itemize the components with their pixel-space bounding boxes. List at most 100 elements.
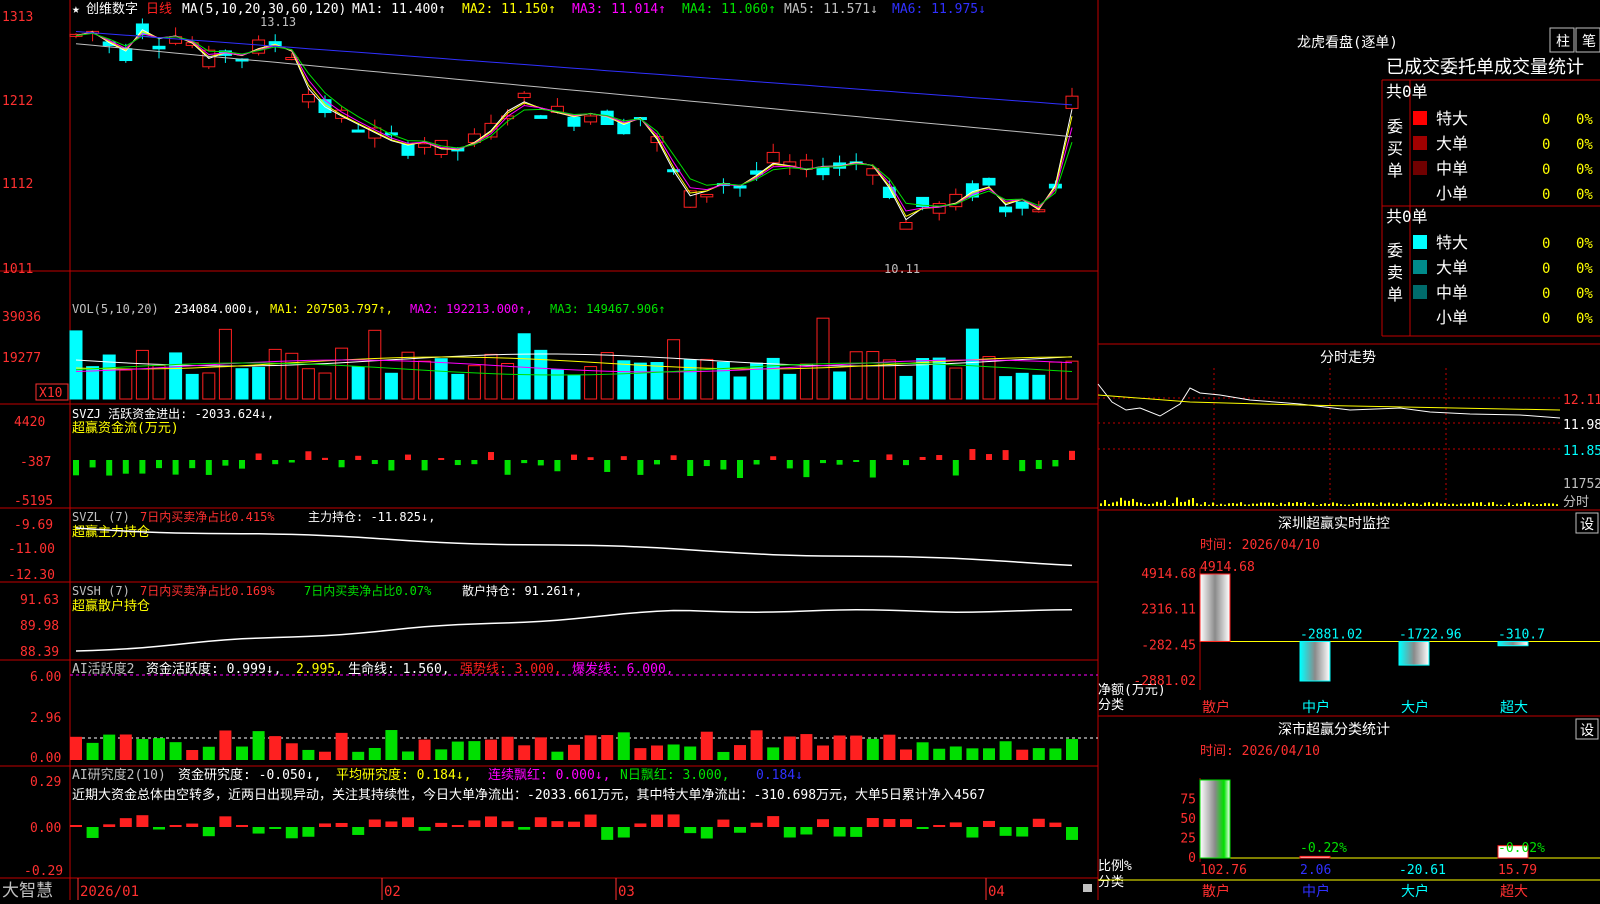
research-bar bbox=[103, 824, 116, 827]
volume-bar bbox=[550, 369, 564, 400]
period-label: 日线 bbox=[146, 2, 172, 17]
research-bar bbox=[916, 827, 929, 829]
activity-bar bbox=[534, 737, 547, 760]
ma3-value: MA3: 11.014↑ bbox=[572, 2, 666, 17]
volume-bar bbox=[965, 328, 979, 400]
ai-active-tick: 0.00 bbox=[30, 751, 61, 766]
intraday-volume-bar bbox=[1480, 502, 1482, 506]
intraday-volume-bar bbox=[1244, 504, 1246, 506]
research-bar bbox=[601, 827, 614, 840]
intraday-volume-bar bbox=[1388, 502, 1390, 506]
date-tick: 02 bbox=[384, 884, 401, 900]
tab-bar-label: 柱 bbox=[1556, 34, 1570, 50]
volume-bar bbox=[451, 373, 465, 400]
class-time: 时间: 2026/04/10 bbox=[1200, 744, 1320, 759]
research-bar bbox=[966, 827, 979, 838]
class-category: 超大 bbox=[1500, 884, 1528, 900]
monitor-bar bbox=[1398, 640, 1430, 666]
activity-bar bbox=[684, 746, 697, 760]
activity-bar bbox=[1049, 748, 1062, 760]
price-tick: 1313 bbox=[2, 10, 33, 25]
volume-bar bbox=[501, 363, 515, 400]
intraday-volume-bar bbox=[1320, 503, 1322, 506]
brand-logo: 大智慧 bbox=[2, 881, 53, 900]
flow-bar bbox=[106, 460, 113, 476]
activity-bar bbox=[651, 745, 663, 760]
monitor-chart: 4914.68 2316.11 -282.45 -2881.02 4914.68 散户 -2… bbox=[1133, 560, 1600, 716]
activity-bar bbox=[285, 743, 298, 760]
volume-bars bbox=[69, 317, 1079, 400]
intraday-volume-bar bbox=[1508, 502, 1510, 506]
activity-bar bbox=[916, 742, 929, 760]
volume-bar bbox=[202, 372, 216, 400]
intraday-volume-bar bbox=[1116, 501, 1118, 506]
monitor-bar bbox=[1299, 640, 1331, 682]
candle-body bbox=[816, 166, 830, 176]
intraday-volume-bar bbox=[1404, 502, 1406, 506]
sell-row-pct: 0% bbox=[1576, 286, 1593, 302]
volume-bar bbox=[517, 333, 531, 400]
sell-row-count: 0 bbox=[1542, 311, 1550, 327]
activity-bar bbox=[601, 735, 614, 760]
activity-bar bbox=[966, 748, 979, 760]
flow-bar bbox=[371, 460, 378, 465]
intraday-volume-bar bbox=[1192, 498, 1194, 506]
svzj-tick: -5195 bbox=[14, 494, 53, 509]
intraday-volume-bar bbox=[1520, 504, 1522, 506]
research-bar bbox=[335, 822, 348, 827]
vol-tick: 19277 bbox=[2, 351, 41, 366]
star-icon[interactable]: ★ bbox=[72, 2, 80, 17]
ai-active-y-axis: 6.00 2.96 0.00 bbox=[30, 670, 61, 766]
flow-bar bbox=[89, 460, 96, 468]
research-bar bbox=[451, 825, 464, 827]
buy-row-pct: 0% bbox=[1576, 162, 1593, 178]
activity-bar bbox=[817, 745, 829, 760]
volume-bar bbox=[667, 339, 681, 400]
ai-research-comment: 近期大资金总体由空转多，近两日出现异动，关注其持续性，今日大单净流出：-2033… bbox=[72, 787, 985, 803]
activity-bar bbox=[568, 744, 580, 760]
research-bar bbox=[86, 827, 99, 838]
vol-header: VOL(5,10,20) 234084.000↓, MA1: 207503.79… bbox=[72, 302, 666, 316]
volume-bar bbox=[982, 356, 996, 400]
intraday-volume-bar bbox=[1396, 503, 1398, 506]
vol-ma3: MA3: 149467.906↑ bbox=[550, 302, 666, 316]
buy-row-count: 0 bbox=[1542, 137, 1550, 153]
ai-research-avg: 平均研究度: 0.184↓, bbox=[336, 767, 471, 783]
activity-bar bbox=[734, 745, 746, 760]
flow-bar bbox=[288, 460, 295, 463]
candle-body bbox=[418, 143, 432, 148]
intraday-volume-bar bbox=[1328, 503, 1330, 506]
sell-row-name: 中单 bbox=[1436, 283, 1468, 302]
activity-bar bbox=[252, 731, 265, 760]
volume-bar bbox=[849, 351, 863, 400]
ai-research-value3: 0.184↓ bbox=[756, 768, 803, 783]
buy-row-name: 特大 bbox=[1436, 109, 1468, 128]
research-bar bbox=[717, 819, 730, 827]
flow-bar bbox=[869, 460, 876, 478]
activity-bar bbox=[418, 739, 431, 760]
flow-bar bbox=[122, 460, 129, 474]
svzl-tick: -11.00 bbox=[8, 542, 55, 557]
class-bar-value: 15.79 bbox=[1498, 863, 1537, 878]
intraday-volume-bar bbox=[1236, 503, 1238, 506]
class-category: 中户 bbox=[1302, 883, 1330, 900]
intraday-volume-bar bbox=[1132, 498, 1134, 506]
ai-research-title: AI研究度2(10) bbox=[72, 767, 166, 783]
research-bar bbox=[153, 827, 165, 830]
flow-bar bbox=[936, 455, 943, 460]
intraday-volume-bar bbox=[1204, 502, 1206, 506]
activity-bar bbox=[468, 741, 481, 760]
research-bar bbox=[568, 821, 580, 827]
intraday-volume-bar bbox=[1272, 502, 1274, 506]
svsh-y-axis: 91.63 89.98 88.39 bbox=[20, 593, 59, 660]
intraday-volume-bar bbox=[1492, 502, 1494, 506]
intraday-volume-bar bbox=[1344, 504, 1346, 506]
activity-bar bbox=[983, 748, 995, 760]
intraday-volume-bar bbox=[1164, 500, 1166, 506]
chart-canvas[interactable]: ★ 创维数字 日线 MA(5,10,20,30,60,120) MA1: 11.… bbox=[0, 0, 1600, 901]
activity-bar bbox=[86, 742, 99, 760]
candle-body bbox=[351, 129, 365, 133]
intraday-volume-bar bbox=[1224, 504, 1226, 506]
candle-body bbox=[534, 115, 548, 119]
activity-bar bbox=[501, 736, 514, 760]
